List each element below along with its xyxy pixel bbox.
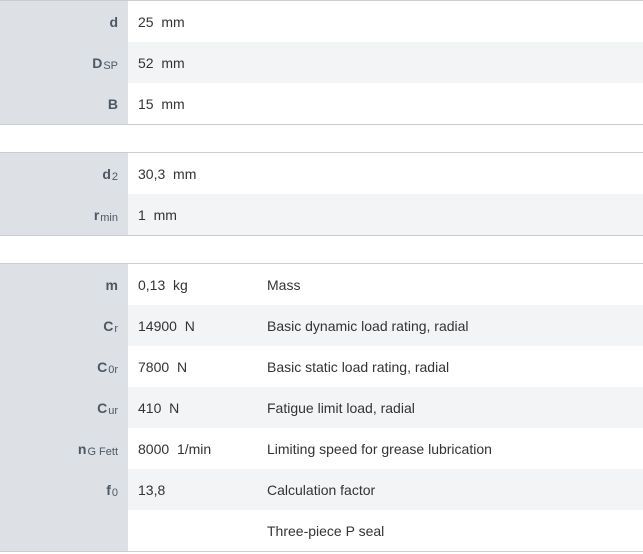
row-value: 25 mm — [138, 13, 185, 30]
table-row: Cr 14900 N Basic dynamic load rating, ra… — [0, 305, 643, 346]
table-row: C 0r 7800 N Basic static load rating, rad… — [0, 346, 643, 387]
row-description: Basic static load rating, radial — [267, 358, 450, 375]
row-value: 52 mm — [128, 42, 257, 83]
row-value — [128, 510, 257, 551]
row-value: 1 mm — [128, 194, 257, 235]
row-description: Mass — [267, 276, 301, 293]
row-description: Three-piece P seal — [267, 522, 385, 539]
row-value: 8000 1/min — [138, 440, 212, 457]
row-symbol — [0, 510, 128, 551]
row-symbol: d — [0, 1, 128, 42]
table-row: m 0,13 kg Mass — [0, 264, 643, 305]
row-value: 30,3 mm — [138, 165, 197, 182]
dimensions-table: d 25 mm D SP 52 mm B 15 mm — [0, 0, 643, 125]
row-symbol: f0 — [0, 469, 128, 510]
table-row: Cur 410 N Fatigue limit load, radial — [0, 387, 643, 428]
row-symbol: Cur — [0, 387, 128, 428]
table-row: f0 13,8 Calculation factor — [0, 469, 643, 510]
row-symbol: C 0r — [0, 346, 128, 387]
row-value: 410 N — [128, 387, 257, 428]
row-value: 7800 N — [138, 358, 188, 375]
row-symbol: B — [0, 83, 128, 124]
row-symbol: D SP — [0, 42, 128, 83]
table-row: d 25 mm — [0, 1, 643, 42]
table-row: r min 1 mm — [0, 194, 643, 235]
row-value: 0,13 kg — [138, 276, 188, 293]
table-row: Three-piece P seal — [0, 510, 643, 551]
row-description: Limiting speed for grease lubrication — [267, 440, 492, 457]
row-symbol: nG Fett — [0, 428, 128, 469]
row-symbol: r min — [0, 194, 128, 235]
table-row: D SP 52 mm — [0, 42, 643, 83]
table-row: nG Fett 8000 1/min Limiting speed for gr… — [0, 428, 643, 469]
row-value: 15 mm — [138, 95, 185, 112]
table-row: d2 30,3 mm — [0, 153, 643, 194]
row-symbol: Cr — [0, 305, 128, 346]
table-row: B 15 mm — [0, 83, 643, 124]
row-description: Fatigue limit load, radial — [257, 387, 415, 428]
row-value: 13,8 — [128, 469, 257, 510]
bearing-spec-page: d 25 mm D SP 52 mm B 15 mm d2 30,3 mm r mi… — [0, 0, 643, 554]
row-description: Calculation factor — [257, 469, 376, 510]
performance-data-table: m 0,13 kg Mass Cr 14900 N Basic dynamic … — [0, 263, 643, 552]
mounting-dimensions-table: d2 30,3 mm r min 1 mm — [0, 152, 643, 236]
row-value: 14900 N — [128, 305, 257, 346]
row-description: Basic dynamic load rating, radial — [257, 305, 469, 346]
row-symbol: m — [0, 264, 128, 305]
row-symbol: d2 — [0, 153, 128, 194]
